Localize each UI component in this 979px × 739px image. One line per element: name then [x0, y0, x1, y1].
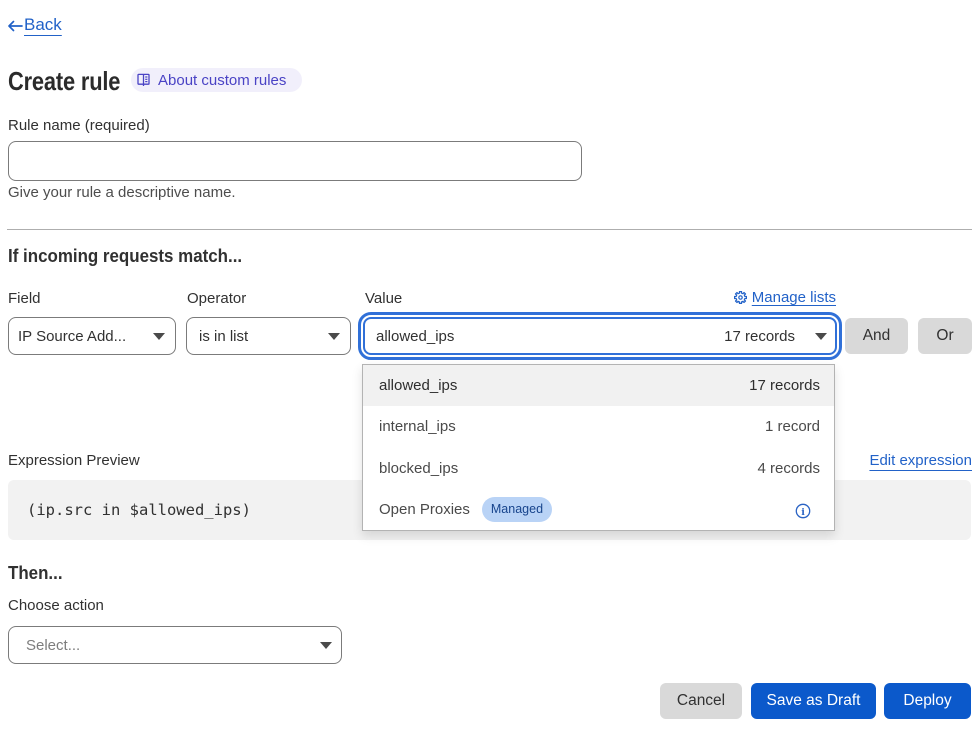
back-label: Back [24, 15, 62, 35]
rule-name-label: Rule name (required) [8, 117, 150, 134]
option-records: 4 records [757, 460, 820, 477]
option-name: blocked_ips [379, 460, 458, 477]
deploy-button[interactable]: Deploy [884, 683, 971, 719]
svg-text:i: i [801, 507, 805, 518]
dropdown-option-allowed-ips[interactable]: allowed_ips 17 records [363, 365, 834, 406]
save-as-draft-button[interactable]: Save as Draft [751, 683, 876, 719]
option-records: 17 records [749, 377, 820, 394]
field-select[interactable]: IP Source Add... [8, 317, 176, 355]
option-name: allowed_ips [379, 377, 457, 394]
edit-expression-link[interactable]: Edit expression [869, 452, 972, 469]
chevron-down-icon [320, 642, 332, 649]
back-arrow-icon [7, 20, 23, 32]
section-divider [7, 229, 972, 230]
option-records: 1 record [765, 418, 820, 435]
chevron-down-icon [815, 333, 827, 340]
value-dropdown: allowed_ips 17 records internal_ips 1 re… [362, 364, 835, 531]
operator-select-value: is in list [199, 328, 248, 345]
and-button[interactable]: And [845, 318, 908, 354]
value-select[interactable]: allowed_ips 17 records [363, 317, 837, 355]
back-link[interactable]: Back [7, 15, 62, 35]
dropdown-option-internal-ips[interactable]: internal_ips 1 record [363, 406, 834, 447]
gear-icon [734, 291, 747, 304]
option-name: Open Proxies [379, 501, 470, 518]
expression-preview-label: Expression Preview [8, 452, 140, 469]
chevron-down-icon [328, 333, 340, 340]
chevron-down-icon [153, 333, 165, 340]
dropdown-option-blocked-ips[interactable]: blocked_ips 4 records [363, 448, 834, 489]
create-rule-page: Back Create rule About custom rules Rule… [0, 0, 979, 739]
open-book-icon [137, 73, 150, 87]
or-button[interactable]: Or [918, 318, 972, 354]
manage-lists-label: Manage lists [752, 289, 836, 306]
option-name: internal_ips [379, 418, 456, 435]
value-select-value: allowed_ips [376, 328, 454, 345]
dropdown-option-open-proxies[interactable]: Open Proxies Managed i [363, 489, 834, 530]
operator-label: Operator [187, 290, 246, 307]
manage-lists-link[interactable]: Manage lists [734, 289, 836, 306]
about-badge-label: About custom rules [158, 72, 286, 89]
field-label: Field [8, 290, 41, 307]
match-section-heading: If incoming requests match... [8, 246, 242, 267]
about-custom-rules-badge[interactable]: About custom rules [131, 68, 302, 92]
expression-code: (ip.src in $allowed_ips) [27, 501, 251, 519]
field-select-value: IP Source Add... [18, 328, 126, 345]
value-select-records: 17 records [724, 328, 795, 345]
info-icon[interactable]: i [795, 503, 811, 519]
rule-name-input[interactable] [8, 141, 582, 181]
action-select-placeholder: Select... [26, 637, 80, 654]
value-label: Value [365, 290, 402, 307]
cancel-button[interactable]: Cancel [660, 683, 742, 719]
action-select[interactable]: Select... [8, 626, 342, 664]
rule-name-helper: Give your rule a descriptive name. [8, 184, 236, 201]
then-section-heading: Then... [8, 563, 63, 584]
operator-select[interactable]: is in list [186, 317, 351, 355]
managed-badge: Managed [482, 497, 552, 521]
choose-action-label: Choose action [8, 597, 104, 614]
page-title: Create rule [8, 66, 120, 97]
